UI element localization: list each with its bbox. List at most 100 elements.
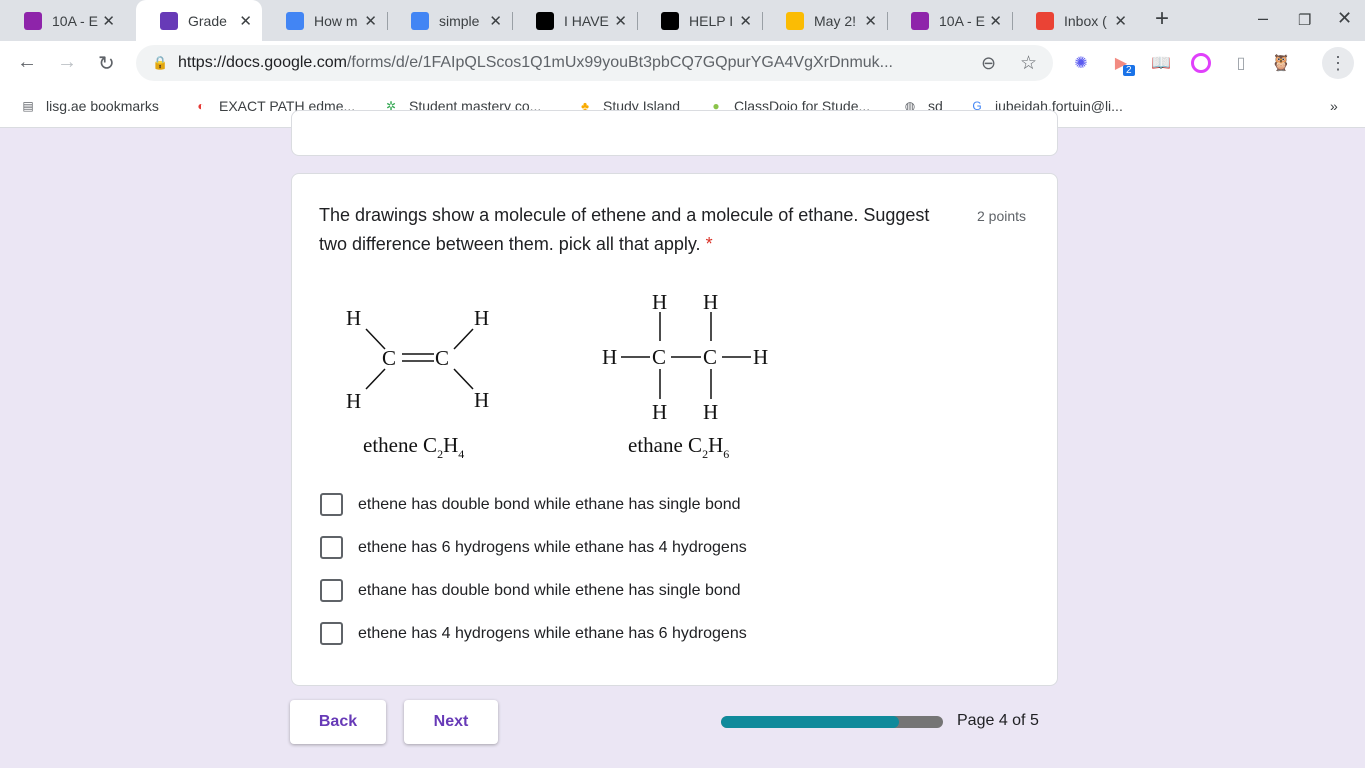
bookmark-label: lisg.ae bookmarks xyxy=(46,98,159,114)
more-bookmarks-icon[interactable]: » xyxy=(1330,98,1338,114)
menu-kebab-icon[interactable]: ⋮ xyxy=(1322,47,1354,79)
tab-title: 10A - E xyxy=(939,12,985,29)
extension-book-icon[interactable]: 📖 xyxy=(1151,53,1171,73)
previous-question-card xyxy=(291,110,1058,156)
extension-badge: 2 xyxy=(1123,65,1135,76)
gmail-icon xyxy=(1036,11,1054,30)
next-button[interactable]: Next xyxy=(404,700,498,744)
tab-title: Inbox ( xyxy=(1064,12,1107,29)
close-tab-icon[interactable]: ✕ xyxy=(239,12,252,30)
tab-strip: 10A - E ✕ Grade ✕ How m ✕ simple ✕ I HAVE ✕ HELP I… xyxy=(0,0,1365,41)
checkbox-option[interactable]: ethane has double bond while ethene has … xyxy=(320,579,741,602)
question-title: The drawings show a molecule of ethene a… xyxy=(319,205,930,254)
exact-path-icon: ◐ xyxy=(197,99,205,113)
tab-title: How m xyxy=(314,12,358,29)
address-bar[interactable]: 🔒 https://docs.google.com/forms/d/e/1FAI… xyxy=(136,45,1053,81)
atom-h: H xyxy=(753,345,768,369)
bookmark-item[interactable]: ▤ lisg.ae bookmarks xyxy=(20,98,159,114)
tab-title: May 2! xyxy=(814,12,857,29)
atom-c: C xyxy=(652,345,666,369)
atom-h: H xyxy=(346,389,361,413)
checkbox[interactable] xyxy=(320,579,343,602)
tab-title: I HAVE xyxy=(564,12,609,29)
checkbox[interactable] xyxy=(320,536,343,559)
back-icon[interactable]: ← xyxy=(17,51,37,74)
brainly-icon xyxy=(661,11,679,30)
tab[interactable]: 10A - E ✕ xyxy=(0,0,125,41)
forward-icon[interactable]: → xyxy=(57,51,77,74)
lock-icon: 🔒 xyxy=(152,55,169,70)
tab[interactable]: HELP I ✕ xyxy=(637,0,762,41)
extension-color-icon[interactable] xyxy=(1191,53,1211,73)
option-label: ethene has double bond while ethane has … xyxy=(358,495,741,513)
close-tab-icon[interactable]: ✕ xyxy=(364,12,377,30)
checkbox[interactable] xyxy=(320,622,343,645)
tab[interactable]: 10A - E ✕ xyxy=(887,0,1012,41)
page-indicator: Page 4 of 5 xyxy=(957,712,1039,729)
minimize-button[interactable]: – xyxy=(1258,8,1268,29)
forms-icon xyxy=(160,11,178,30)
atom-h: H xyxy=(703,290,718,314)
checkbox-option[interactable]: ethene has double bond while ethane has … xyxy=(320,493,741,516)
url-path: /forms/d/e/1FAIpQLScos1Q1mUx99youBt3pbCQ… xyxy=(346,54,893,71)
checkbox[interactable] xyxy=(320,493,343,516)
points-label: 2 points xyxy=(977,208,1027,224)
checkbox-option[interactable]: ethene has 6 hydrogens while ethane has … xyxy=(320,536,747,559)
url-host: https://docs.google.com xyxy=(178,54,347,71)
molecule-diagram: H H H H C C H H H C C H H H ethene C2H4 … xyxy=(346,290,768,461)
option-label: ethene has 6 hydrogens while ethane has … xyxy=(358,538,747,556)
brainly-icon xyxy=(536,11,554,30)
atom-h: H xyxy=(474,306,489,330)
extension-asterisk-icon[interactable]: ✺ xyxy=(1071,53,1091,73)
close-tab-icon[interactable]: ✕ xyxy=(102,12,115,30)
tab-title: simple xyxy=(439,12,480,29)
drive-icon xyxy=(786,11,804,30)
tab[interactable]: I HAVE ✕ xyxy=(512,0,637,41)
progress-bar xyxy=(721,716,943,728)
new-tab-button[interactable]: + xyxy=(1155,5,1169,33)
back-button[interactable]: Back xyxy=(290,700,386,744)
progress-fill xyxy=(721,716,899,728)
bookmark-star-icon[interactable]: ☆ xyxy=(1020,52,1037,75)
classroom-icon xyxy=(911,11,929,30)
close-tab-icon[interactable]: ✕ xyxy=(864,12,877,30)
reload-icon[interactable]: ↻ xyxy=(98,51,115,76)
zoom-icon[interactable]: ⊖ xyxy=(981,53,996,74)
close-tab-icon[interactable]: ✕ xyxy=(489,12,502,30)
extension-owl-icon[interactable]: 🦉 xyxy=(1271,53,1291,73)
close-window-button[interactable]: ✕ xyxy=(1337,8,1352,29)
google-icon xyxy=(411,11,429,30)
restore-button[interactable]: ❐ xyxy=(1298,11,1311,29)
folder-icon: ▤ xyxy=(22,99,34,113)
tab[interactable]: How m ✕ xyxy=(262,0,387,41)
tab[interactable]: May 2! ✕ xyxy=(762,0,887,41)
required-asterisk: * xyxy=(705,234,713,254)
checkbox-option[interactable]: ethene has 4 hydrogens while ethane has … xyxy=(320,622,747,645)
tab-title: HELP I xyxy=(689,12,734,29)
close-tab-icon[interactable]: ✕ xyxy=(989,12,1002,30)
atom-c: C xyxy=(435,346,449,370)
atom-h: H xyxy=(346,306,361,330)
tab[interactable]: Inbox ( ✕ xyxy=(1012,0,1137,41)
atom-h: H xyxy=(474,388,489,412)
google-icon xyxy=(286,11,304,30)
tab[interactable]: simple ✕ xyxy=(387,0,512,41)
close-tab-icon[interactable]: ✕ xyxy=(1114,12,1127,30)
tab-title: 10A - E xyxy=(52,12,98,29)
toolbar: ← → ↻ 🔒 https://docs.google.com/forms/d/… xyxy=(0,41,1365,86)
atom-c: C xyxy=(382,346,396,370)
atom-h: H xyxy=(652,290,667,314)
tab[interactable]: Grade ✕ xyxy=(136,0,262,41)
extension-screencast-icon[interactable]: ▶ 2 xyxy=(1111,53,1135,76)
classroom-icon xyxy=(24,11,42,30)
close-tab-icon[interactable]: ✕ xyxy=(739,12,752,30)
atom-h: H xyxy=(652,400,667,424)
extension-office-icon[interactable]: ▯ xyxy=(1231,53,1251,73)
atom-h: H xyxy=(703,400,718,424)
atom-c: C xyxy=(703,345,717,369)
ethane-label: ethane C2H6 xyxy=(628,433,729,461)
atom-h: H xyxy=(602,345,617,369)
option-label: ethene has 4 hydrogens while ethane has … xyxy=(358,624,747,642)
close-tab-icon[interactable]: ✕ xyxy=(614,12,627,30)
tab-title: Grade xyxy=(188,12,227,29)
